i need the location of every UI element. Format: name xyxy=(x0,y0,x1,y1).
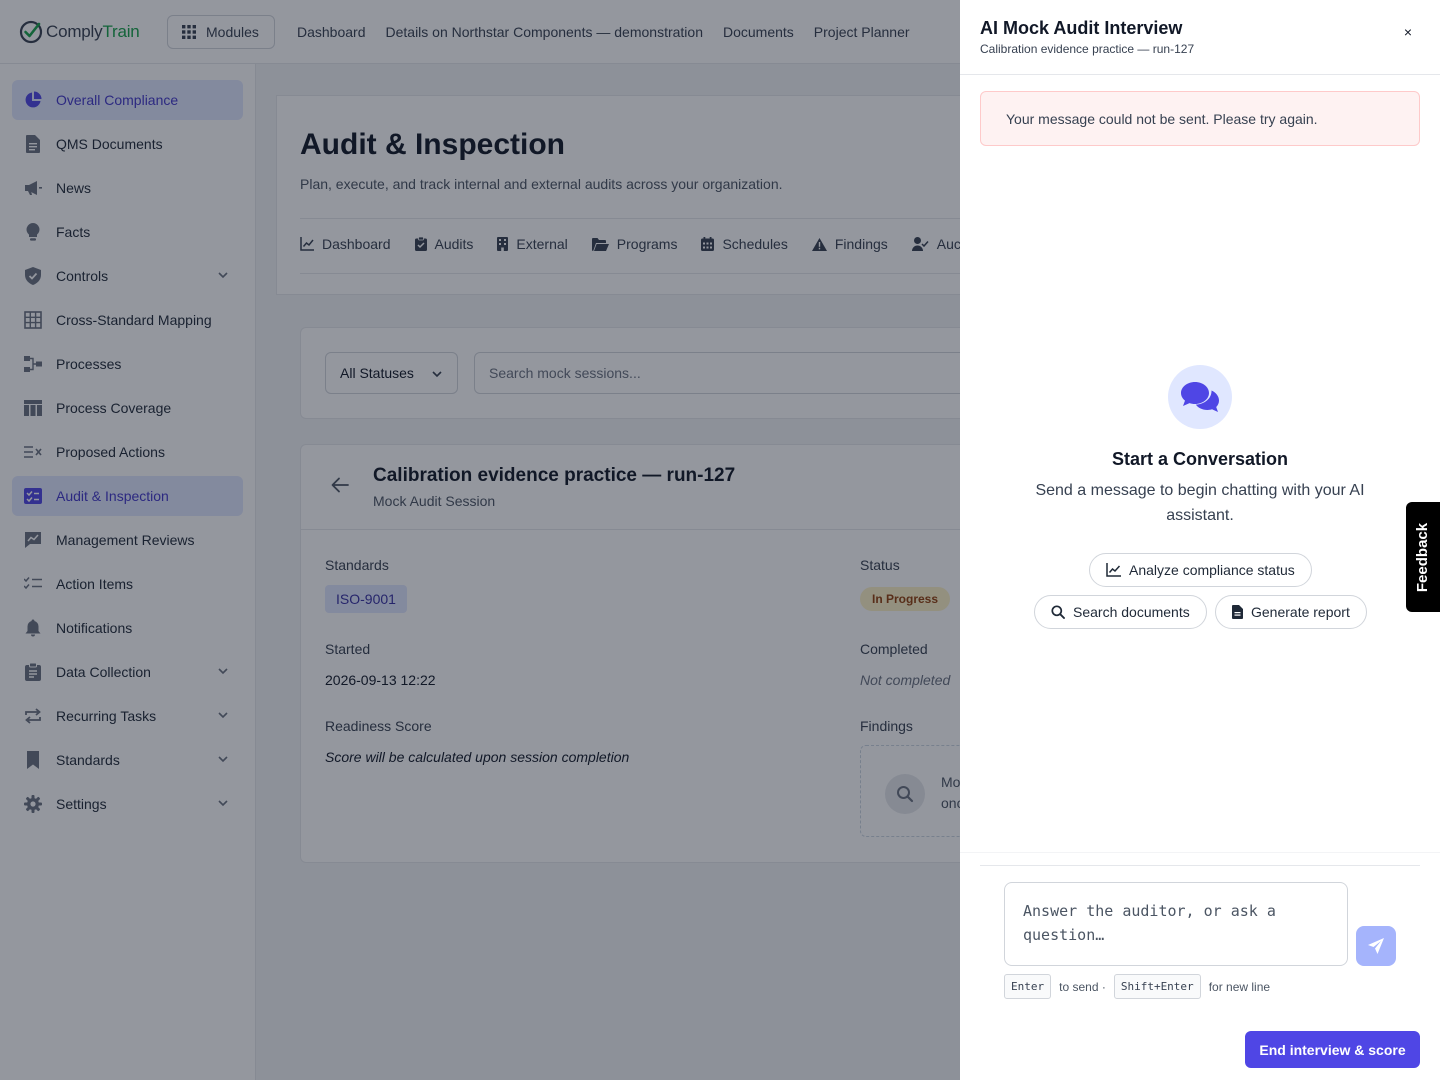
error-alert: Your message could not be sent. Please t… xyxy=(980,91,1420,146)
chip-label: Analyze compliance status xyxy=(1129,562,1295,578)
keyboard-hint: Enter to send · Shift+Enter for new line xyxy=(1004,974,1278,999)
ai-mock-audit-drawer: AI Mock Audit Interview Calibration evid… xyxy=(960,0,1440,1080)
end-interview-button[interactable]: End interview & score xyxy=(1245,1031,1420,1068)
suggestion-search-documents[interactable]: Search documents xyxy=(1034,595,1207,629)
feedback-label: Feedback xyxy=(1414,522,1432,592)
divider xyxy=(960,74,1440,75)
hint-text: for new line xyxy=(1208,979,1271,994)
comments-icon xyxy=(1181,382,1219,412)
chart-line-icon xyxy=(1106,563,1121,577)
suggestion-generate-report[interactable]: Generate report xyxy=(1215,595,1367,629)
chip-label: Search documents xyxy=(1073,604,1190,620)
suggestion-analyze-compliance[interactable]: Analyze compliance status xyxy=(1089,553,1312,587)
error-message: Your message could not be sent. Please t… xyxy=(1006,110,1318,127)
message-composer-input[interactable] xyxy=(1004,882,1348,966)
paper-plane-icon xyxy=(1368,938,1384,954)
enter-key-hint: Enter xyxy=(1004,974,1052,999)
send-button[interactable] xyxy=(1356,926,1396,966)
drawer-subtitle: Calibration evidence practice — run-127 xyxy=(980,42,1195,56)
close-button[interactable]: × xyxy=(1404,24,1412,40)
hint-text: to send · xyxy=(1059,979,1106,994)
chat-icon-circle xyxy=(1168,365,1232,429)
empty-state-description: Send a message to begin chatting with yo… xyxy=(1035,482,1365,524)
search-icon xyxy=(1051,605,1065,619)
divider xyxy=(960,852,1440,853)
shift-enter-key-hint: Shift+Enter xyxy=(1113,974,1201,999)
chip-label: Generate report xyxy=(1251,604,1350,620)
feedback-tab[interactable]: Feedback xyxy=(1406,502,1440,612)
divider xyxy=(980,865,1420,866)
modal-backdrop[interactable] xyxy=(0,0,960,1080)
empty-state-title: Start a Conversation xyxy=(1111,449,1289,469)
file-icon xyxy=(1232,605,1243,619)
drawer-title: AI Mock Audit Interview xyxy=(980,18,1183,38)
